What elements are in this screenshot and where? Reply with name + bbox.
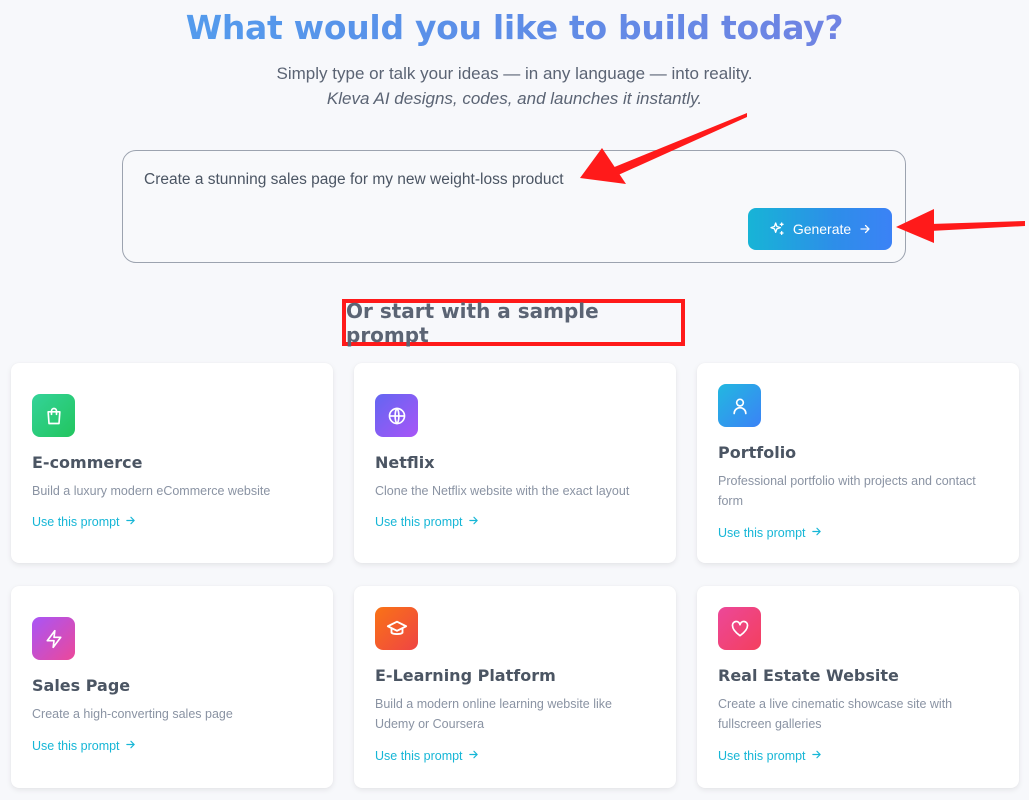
use-prompt-label: Use this prompt: [32, 515, 120, 529]
generate-label: Generate: [792, 221, 852, 237]
sample-card-sales-page[interactable]: Sales Page Create a high-converting sale…: [11, 586, 333, 788]
use-prompt-link[interactable]: Use this prompt: [718, 749, 822, 763]
arrow-right-icon: [468, 515, 479, 529]
card-description: Professional portfolio with projects and…: [718, 474, 976, 508]
arrow-right-icon: [811, 749, 822, 763]
card-description: Build a luxury modern eCommerce website: [32, 484, 271, 498]
use-prompt-label: Use this prompt: [375, 749, 463, 763]
sample-card-elearning[interactable]: E-Learning Platform Build a modern onlin…: [354, 586, 676, 788]
arrow-right-icon: [468, 749, 479, 763]
card-title: E-Learning Platform: [375, 666, 556, 685]
use-prompt-link[interactable]: Use this prompt: [718, 526, 822, 540]
arrow-right-icon: [811, 526, 822, 540]
use-prompt-label: Use this prompt: [718, 526, 806, 540]
lightning-icon: [32, 617, 75, 660]
use-prompt-label: Use this prompt: [32, 739, 120, 753]
heart-icon: [718, 607, 761, 650]
globe-icon: [375, 394, 418, 437]
use-prompt-link[interactable]: Use this prompt: [375, 515, 479, 529]
card-title: E-commerce: [32, 453, 143, 472]
prompt-input[interactable]: Create a stunning sales page for my new …: [122, 150, 906, 263]
card-description: Build a modern online learning website l…: [375, 697, 612, 731]
card-title: Real Estate Website: [718, 666, 899, 685]
shopping-bag-icon: [32, 394, 75, 437]
generate-button[interactable]: Generate: [748, 208, 892, 250]
annotation-arrow-generate: [896, 209, 1025, 243]
use-prompt-link[interactable]: Use this prompt: [32, 739, 136, 753]
hero-subtitle: Simply type or talk your ideas — in any …: [276, 64, 753, 83]
use-prompt-link[interactable]: Use this prompt: [32, 515, 136, 529]
card-title: Netflix: [375, 453, 435, 472]
use-prompt-link[interactable]: Use this prompt: [375, 749, 479, 763]
sample-card-real-estate[interactable]: Real Estate Website Create a live cinema…: [697, 586, 1019, 788]
arrow-right-icon: [125, 739, 136, 753]
arrow-right-icon: [125, 515, 136, 529]
sample-heading-highlight: Or start with a sample prompt: [342, 298, 685, 347]
arrow-right-icon: [859, 223, 871, 235]
use-prompt-label: Use this prompt: [375, 515, 463, 529]
sample-card-netflix[interactable]: Netflix Clone the Netflix website with t…: [354, 363, 676, 563]
hero-title: What would you like to build today?: [0, 8, 1029, 47]
prompt-input-value[interactable]: Create a stunning sales page for my new …: [144, 171, 564, 189]
card-description: Create a high-converting sales page: [32, 707, 233, 721]
sample-heading: Or start with a sample prompt: [346, 298, 599, 347]
card-description: Clone the Netflix website with the exact…: [375, 484, 630, 498]
sample-card-portfolio[interactable]: Portfolio Professional portfolio with pr…: [697, 363, 1019, 563]
graduation-cap-icon: [375, 607, 418, 650]
sparkles-icon: [769, 221, 785, 237]
hero-tagline: Kleva AI designs, codes, and launches it…: [326, 89, 703, 108]
card-title: Portfolio: [718, 443, 797, 462]
card-title: Sales Page: [32, 676, 131, 695]
sample-card-ecommerce[interactable]: E-commerce Build a luxury modern eCommer…: [11, 363, 333, 563]
card-description: Create a live cinematic showcase site wi…: [718, 697, 953, 731]
use-prompt-label: Use this prompt: [718, 749, 806, 763]
user-icon: [718, 384, 761, 427]
